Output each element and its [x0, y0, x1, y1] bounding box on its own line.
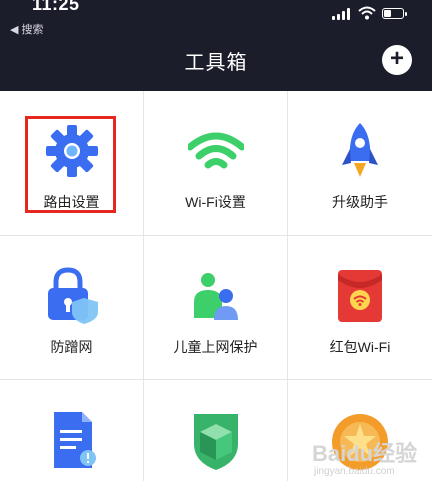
page-title: 工具箱: [184, 52, 248, 74]
add-button[interactable]: +: [382, 45, 412, 75]
tool-tile-upgrade-assistant[interactable]: 升级助手: [288, 91, 432, 235]
back-to-search-link[interactable]: ◀ 搜索: [10, 21, 44, 37]
children-icon: [193, 273, 238, 320]
wifi-status-icon: [358, 6, 376, 20]
battery-icon: [382, 8, 407, 19]
status-bar: 11:25: [0, 0, 432, 20]
red-envelope-icon: [338, 270, 382, 322]
rocket-icon: [342, 123, 378, 177]
tool-tile-child-protection[interactable]: 儿童上网保护: [144, 236, 287, 379]
green-shield-icon: [193, 414, 238, 470]
tool-tile-wifi-settings[interactable]: Wi-Fi设置: [144, 91, 287, 235]
lock-shield-icon: [47, 267, 98, 324]
signal-icon: [332, 8, 352, 20]
status-time: 11:25: [32, 0, 80, 14]
watermark: Baidu经验 jingyan.baidu.com: [312, 436, 432, 481]
app-header: 11:25 ◀ 搜索 工具箱 +: [0, 0, 432, 91]
tool-label: 儿童上网保护: [173, 339, 258, 355]
watermark-brand: Baidu经验: [312, 441, 418, 466]
tool-label: 防蹭网: [50, 339, 93, 355]
tool-tile-anti-freeloading[interactable]: 防蹭网: [0, 236, 143, 379]
watermark-url: jingyan.baidu.com: [314, 466, 395, 477]
tool-tile-red-envelope-wifi[interactable]: 红包Wi-Fi: [288, 236, 432, 379]
tool-label: Wi-Fi设置: [185, 194, 246, 210]
document-icon: [53, 412, 96, 468]
tool-label: 升级助手: [332, 194, 388, 210]
wifi-icon: [187, 132, 244, 169]
selection-highlight: [25, 116, 116, 213]
tool-label: 红包Wi-Fi: [329, 339, 391, 355]
status-icons: [332, 6, 412, 20]
tool-tile-document[interactable]: [0, 380, 143, 481]
tool-tile-green-shield[interactable]: [144, 380, 287, 481]
